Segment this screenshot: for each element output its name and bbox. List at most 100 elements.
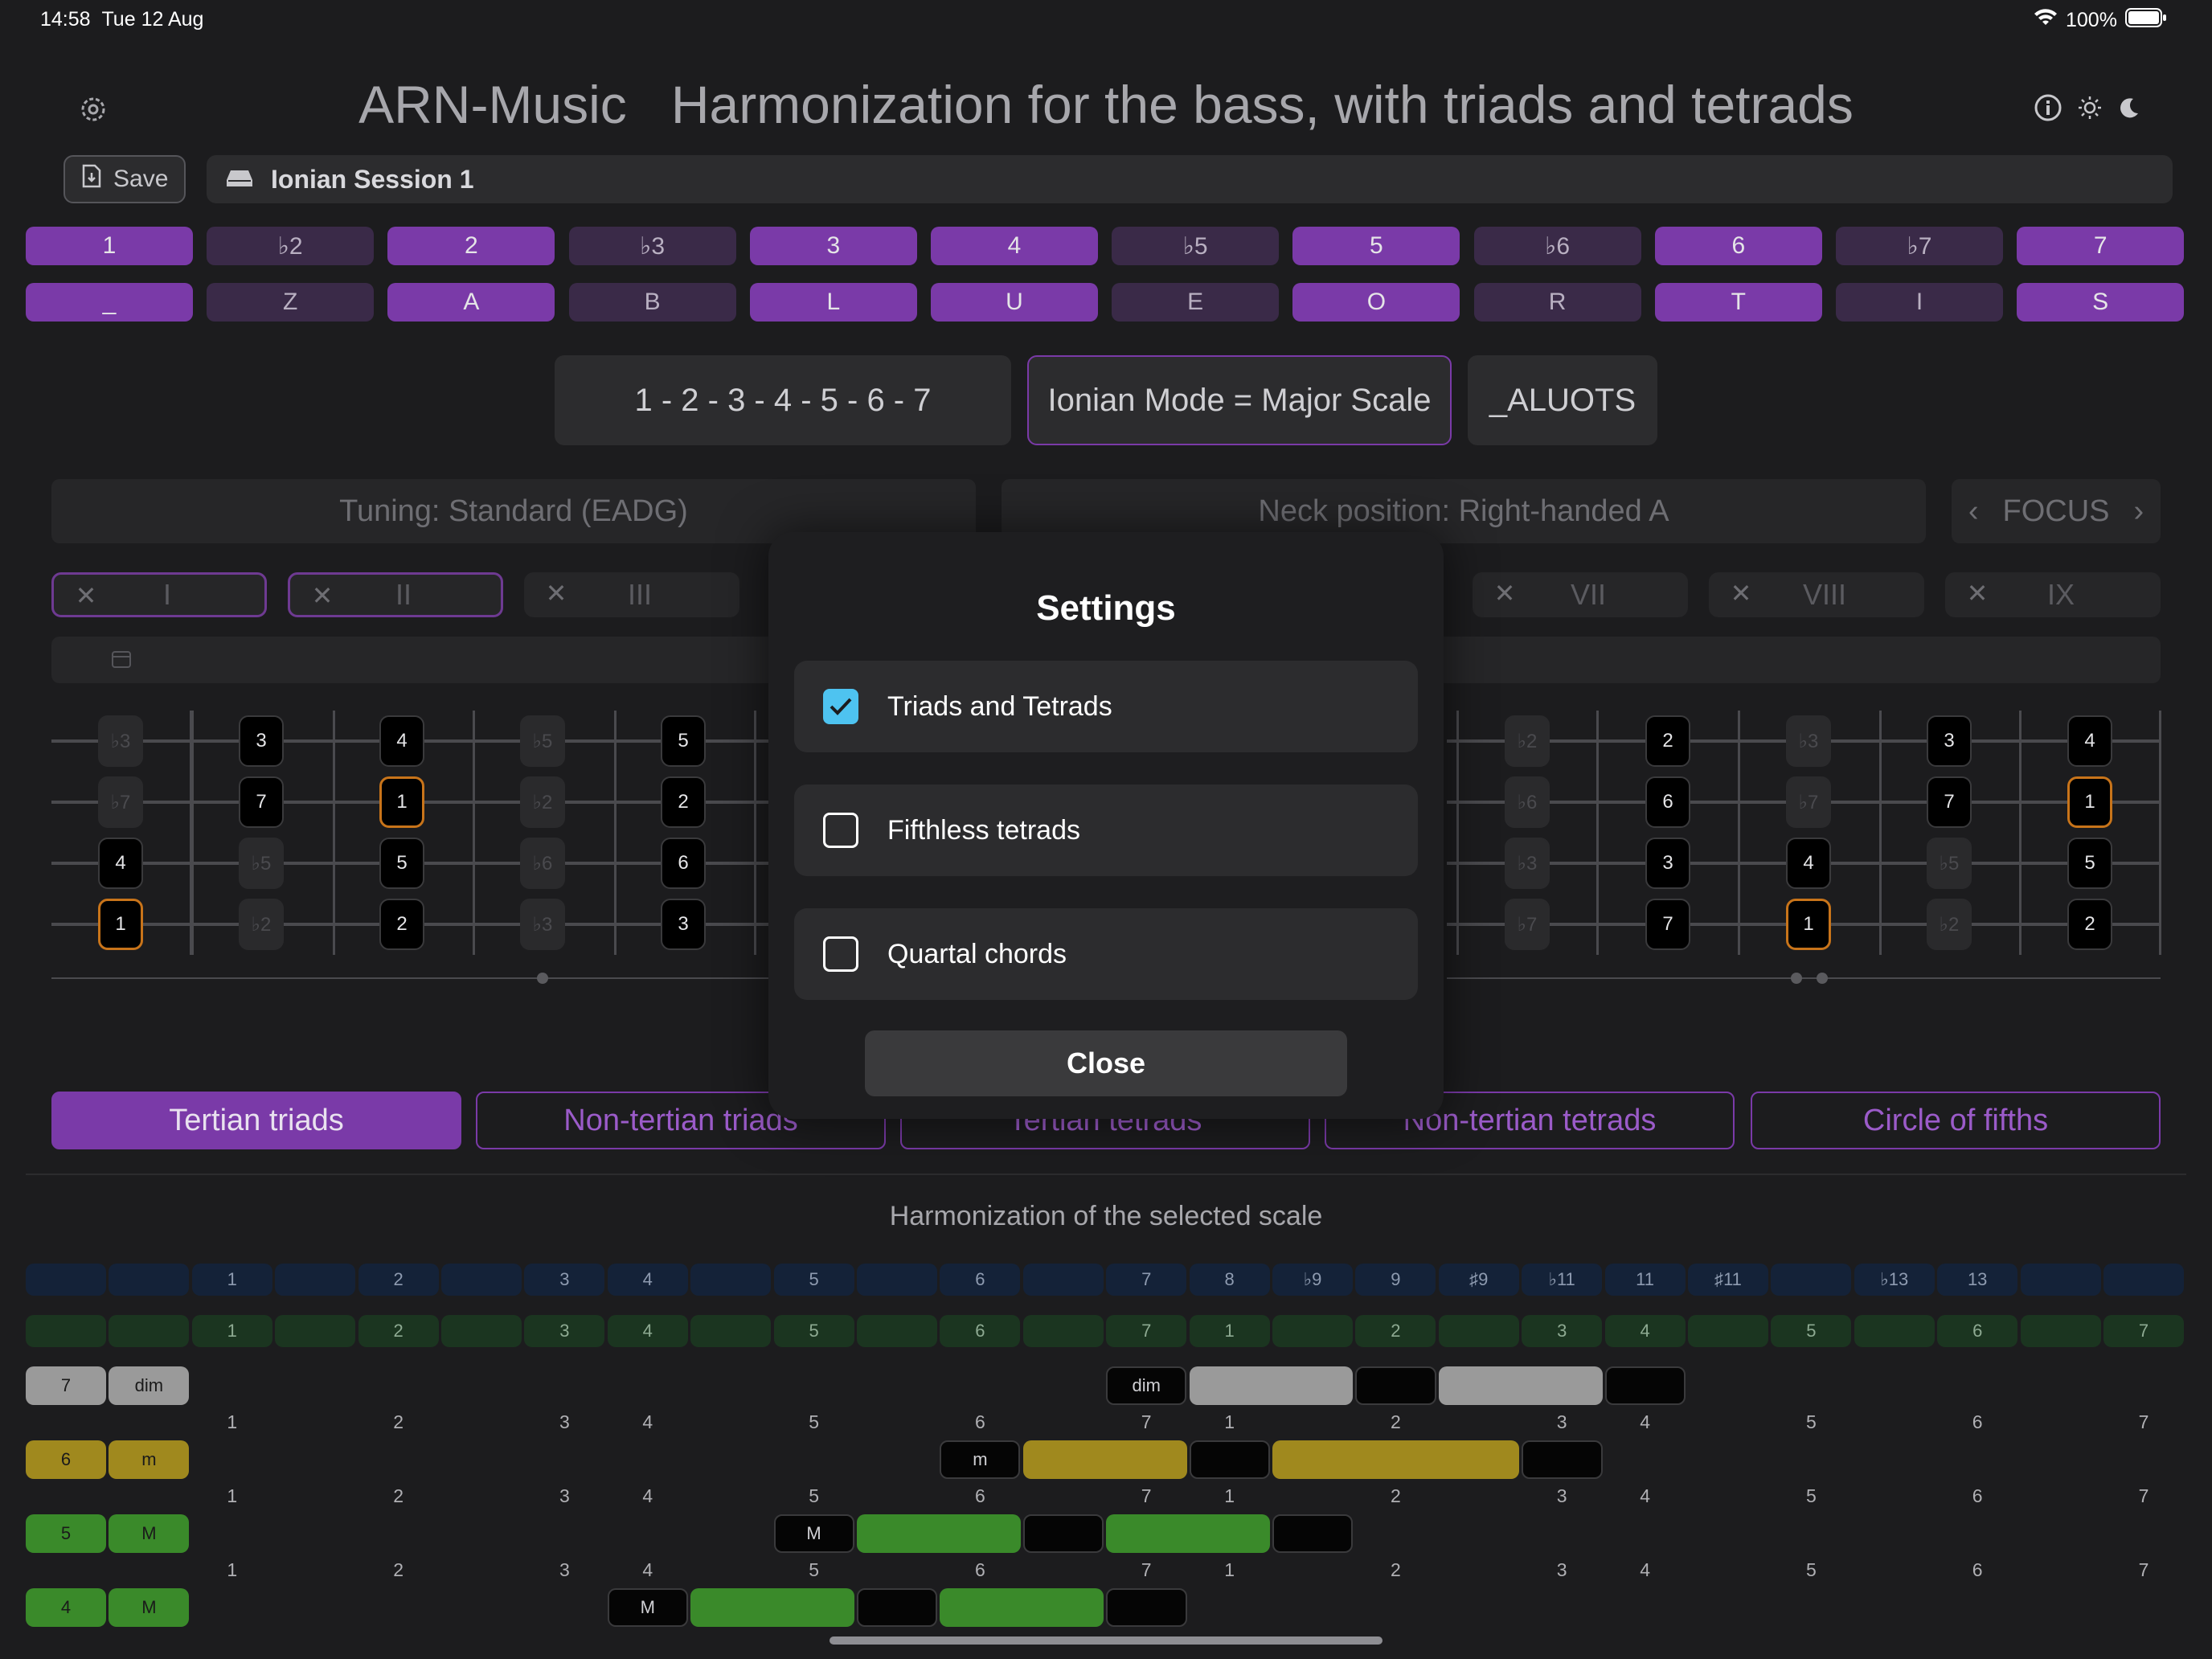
- fret-note[interactable]: 5: [2067, 838, 2112, 889]
- chord-root-block[interactable]: M: [773, 1514, 854, 1553]
- degree-chip[interactable]: ♭3: [568, 227, 736, 265]
- fret-note[interactable]: ♭2: [239, 899, 284, 950]
- position-button[interactable]: ✕ III: [524, 572, 739, 617]
- fret-note[interactable]: ♭7: [1786, 776, 1831, 828]
- fret-note[interactable]: ♭6: [1505, 776, 1550, 828]
- letter-chip[interactable]: R: [1473, 283, 1641, 322]
- degree-chip[interactable]: ♭5: [1112, 227, 1280, 265]
- chord-degree-badge[interactable]: 5: [26, 1514, 106, 1553]
- position-button[interactable]: ✕ I: [51, 572, 267, 617]
- fret-note[interactable]: ♭2: [1927, 899, 1972, 950]
- fret-note[interactable]: ♭2: [520, 776, 565, 828]
- letter-chip[interactable]: L: [749, 283, 917, 322]
- checkbox-checked[interactable]: [823, 689, 858, 724]
- degree-chip[interactable]: 3: [749, 227, 917, 265]
- scale-mode-name[interactable]: Ionian Mode = Major Scale: [1027, 355, 1452, 445]
- letter-chip[interactable]: O: [1292, 283, 1460, 322]
- close-icon[interactable]: ✕: [1481, 577, 1529, 609]
- chord-degree-badge[interactable]: 4: [26, 1588, 106, 1627]
- fret-note[interactable]: 6: [1645, 776, 1690, 828]
- fret-note[interactable]: 4: [1786, 838, 1831, 889]
- degree-chip[interactable]: 2: [387, 227, 555, 265]
- fret-note[interactable]: ♭3: [1505, 838, 1550, 889]
- fret-note[interactable]: 7: [1927, 776, 1972, 828]
- position-button[interactable]: ✕ II: [288, 572, 503, 617]
- settings-option[interactable]: Fifthless tetrads: [794, 784, 1418, 876]
- chord-root-block[interactable]: m: [940, 1440, 1021, 1479]
- degree-chip[interactable]: 6: [1654, 227, 1822, 265]
- degree-chip[interactable]: 1: [26, 227, 193, 265]
- fret-note[interactable]: ♭5: [239, 838, 284, 889]
- letter-chip[interactable]: B: [568, 283, 736, 322]
- settings-option[interactable]: Triads and Tetrads: [794, 661, 1418, 752]
- fret-note[interactable]: ♭7: [1505, 899, 1550, 950]
- checkbox-unchecked[interactable]: [823, 936, 858, 972]
- fret-note[interactable]: 4: [98, 838, 143, 889]
- fret-note[interactable]: 7: [239, 776, 284, 828]
- chord-degree-badge[interactable]: 7: [26, 1366, 106, 1405]
- sun-icon[interactable]: [2077, 95, 2103, 125]
- fret-note[interactable]: ♭3: [98, 715, 143, 767]
- fret-note[interactable]: 6: [661, 838, 706, 889]
- degree-chip[interactable]: 4: [931, 227, 1098, 265]
- tab-button[interactable]: Tertian triads: [51, 1092, 461, 1149]
- degree-chip[interactable]: ♭7: [1836, 227, 2003, 265]
- fret-note[interactable]: 1: [98, 899, 143, 950]
- letter-chip[interactable]: E: [1112, 283, 1280, 322]
- calendar-icon[interactable]: [111, 649, 132, 673]
- degree-chip[interactable]: ♭2: [207, 227, 375, 265]
- fret-note[interactable]: ♭2: [1505, 715, 1550, 767]
- fret-note[interactable]: 5: [379, 838, 424, 889]
- fret-note[interactable]: ♭3: [520, 899, 565, 950]
- fret-note[interactable]: 1: [2067, 776, 2112, 828]
- fret-note[interactable]: 2: [661, 776, 706, 828]
- close-icon[interactable]: ✕: [1953, 577, 2001, 609]
- fret-note[interactable]: ♭7: [98, 776, 143, 828]
- letter-chip[interactable]: S: [2017, 283, 2185, 322]
- close-icon[interactable]: ✕: [298, 580, 346, 612]
- degree-chip[interactable]: 7: [2017, 227, 2185, 265]
- moon-icon[interactable]: [2117, 96, 2141, 124]
- close-icon[interactable]: ✕: [62, 580, 110, 612]
- fret-note[interactable]: 2: [379, 899, 424, 950]
- session-name-field[interactable]: Ionian Session 1: [207, 155, 2173, 203]
- settings-option[interactable]: Quartal chords: [794, 908, 1418, 1000]
- fret-note[interactable]: 3: [1927, 715, 1972, 767]
- save-button[interactable]: Save: [63, 155, 186, 203]
- letter-chip[interactable]: _: [26, 283, 193, 322]
- close-button[interactable]: Close: [865, 1030, 1347, 1096]
- fret-note[interactable]: ♭6: [520, 838, 565, 889]
- close-icon[interactable]: ✕: [1717, 577, 1765, 609]
- fret-note[interactable]: 7: [1645, 899, 1690, 950]
- fret-note[interactable]: ♭3: [1786, 715, 1831, 767]
- fret-note[interactable]: 1: [1786, 899, 1831, 950]
- chord-root-block[interactable]: dim: [1106, 1366, 1187, 1405]
- fret-note[interactable]: 2: [1645, 715, 1690, 767]
- chord-quality-badge[interactable]: dim: [109, 1366, 190, 1405]
- chord-quality-badge[interactable]: M: [109, 1514, 190, 1553]
- fret-note[interactable]: 5: [661, 715, 706, 767]
- degree-chip[interactable]: 5: [1292, 227, 1460, 265]
- checkbox-unchecked[interactable]: [823, 813, 858, 848]
- close-icon[interactable]: ✕: [532, 577, 580, 609]
- chord-quality-badge[interactable]: m: [109, 1440, 190, 1479]
- fret-note[interactable]: 3: [1645, 838, 1690, 889]
- letter-chip[interactable]: A: [387, 283, 555, 322]
- fret-note[interactable]: 4: [379, 715, 424, 767]
- letter-chip[interactable]: T: [1654, 283, 1822, 322]
- letter-chip[interactable]: Z: [207, 283, 375, 322]
- chevron-right-icon[interactable]: ›: [2134, 494, 2144, 529]
- fret-note[interactable]: ♭5: [520, 715, 565, 767]
- degree-chip[interactable]: ♭6: [1473, 227, 1641, 265]
- letter-chip[interactable]: U: [931, 283, 1098, 322]
- fret-note[interactable]: 3: [661, 899, 706, 950]
- info-icon[interactable]: [2034, 93, 2062, 126]
- fret-note[interactable]: 4: [2067, 715, 2112, 767]
- position-button[interactable]: ✕ VII: [1473, 572, 1688, 617]
- chord-quality-badge[interactable]: M: [109, 1588, 190, 1627]
- chord-root-block[interactable]: M: [607, 1588, 688, 1627]
- letter-chip[interactable]: I: [1836, 283, 2003, 322]
- fret-note[interactable]: 2: [2067, 899, 2112, 950]
- chevron-left-icon[interactable]: ‹: [1968, 494, 1979, 529]
- tab-button[interactable]: Circle of fifths: [1751, 1092, 2161, 1149]
